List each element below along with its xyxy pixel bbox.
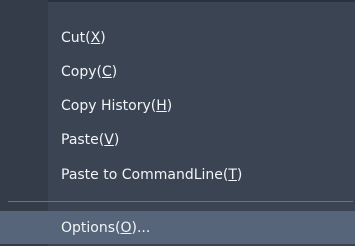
menu-item-copy-label: Copy(C) bbox=[61, 64, 118, 80]
context-menu: Cut(X) Copy(C) Copy History(H) Paste(V) … bbox=[0, 0, 355, 246]
menu-item-copy-history-label: Copy History(H) bbox=[61, 98, 173, 114]
menu-item-paste-to-commandline-label: Paste to CommandLine(T) bbox=[61, 167, 243, 183]
menu-top-border bbox=[0, 0, 355, 2]
menu-item-cut[interactable]: Cut(X) bbox=[0, 22, 355, 54]
menu-item-paste-label: Paste(V) bbox=[61, 132, 120, 148]
menu-item-paste-to-commandline[interactable]: Paste to CommandLine(T) bbox=[0, 159, 355, 191]
menu-item-paste[interactable]: Paste(V) bbox=[0, 124, 355, 156]
menu-item-options[interactable]: Options(O)... bbox=[0, 211, 355, 244]
menu-separator bbox=[8, 201, 353, 202]
menu-item-copy[interactable]: Copy(C) bbox=[0, 56, 355, 88]
menu-item-copy-history[interactable]: Copy History(H) bbox=[0, 90, 355, 122]
menu-item-cut-label: Cut(X) bbox=[61, 30, 106, 46]
menu-item-options-label: Options(O)... bbox=[61, 219, 151, 236]
